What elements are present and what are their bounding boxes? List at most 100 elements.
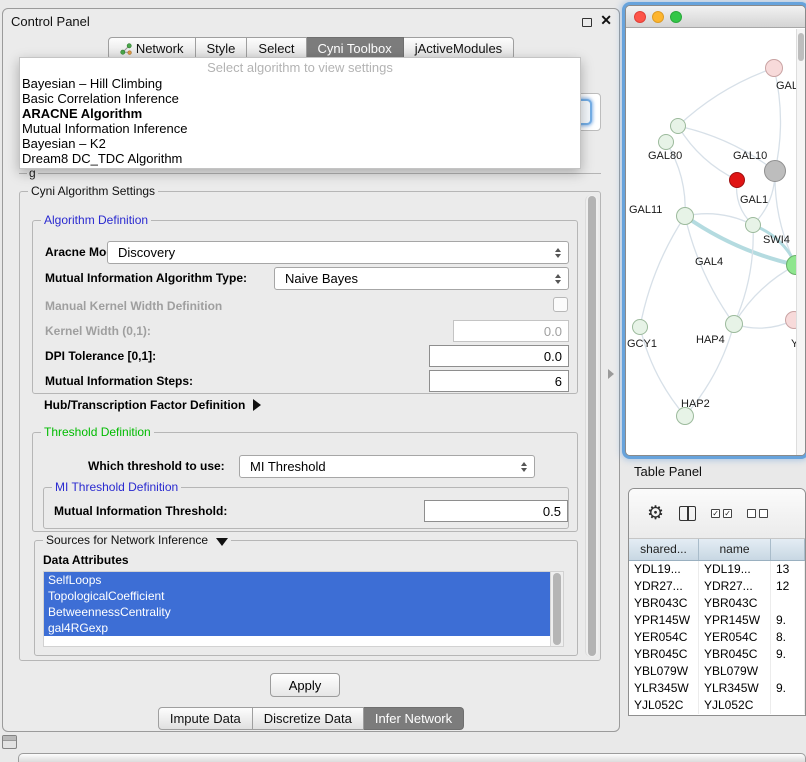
combo-stepper-icon — [552, 268, 564, 289]
close-traffic-light-icon[interactable] — [634, 11, 646, 23]
network-edge[interactable] — [678, 126, 775, 171]
table-row[interactable]: YBL079WYBL079W — [629, 663, 805, 680]
threshold-definition-group: Threshold Definition Which threshold to … — [32, 432, 578, 532]
network-canvas[interactable]: GALGAL80GAL10GAL1GAL11SWI4GAL4GCY1HAP4YH… — [626, 28, 805, 456]
threshold-definition-title: Threshold Definition — [41, 425, 154, 439]
table-row[interactable]: YDR27...YDR27...12 — [629, 578, 805, 595]
node-label-gal4: GAL4 — [695, 256, 723, 268]
node-label-gal11: GAL11 — [629, 204, 662, 216]
network-node[interactable] — [725, 315, 743, 333]
network-edge[interactable] — [678, 68, 774, 126]
attributes-scrollbar[interactable] — [550, 572, 563, 646]
table-row[interactable]: YPR145WYPR145W9. — [629, 612, 805, 629]
tab-label: Select — [258, 41, 294, 56]
mi-steps-input[interactable]: 6 — [429, 370, 569, 392]
table-cell: YDL19... — [699, 561, 771, 578]
mi-algorithm-type-value: Naive Bayes — [285, 271, 358, 286]
table-row[interactable]: YBR045CYBR045C9. — [629, 646, 805, 663]
table-row[interactable]: YDL19...YDL19...13 — [629, 561, 805, 578]
cyni-algorithm-settings-group: Cyni Algorithm Settings Algorithm Defini… — [19, 191, 601, 661]
network-scrollbar[interactable] — [796, 29, 805, 455]
aracne-mode-select[interactable]: Discovery — [107, 241, 569, 264]
algorithm-option-bayesian-hill-climbing[interactable]: Bayesian – Hill Climbing — [20, 76, 580, 91]
column-header-col3[interactable] — [771, 539, 805, 560]
network-edge[interactable] — [775, 171, 796, 265]
table-cell: YLR345W — [699, 680, 771, 697]
table-row[interactable]: YJL052CYJL052C — [629, 697, 805, 714]
tab-impute-data[interactable]: Impute Data — [158, 707, 253, 730]
table-row[interactable]: YLR345WYLR345W9. — [629, 680, 805, 697]
table-cell: 13 — [771, 561, 805, 578]
network-node[interactable] — [670, 118, 686, 134]
algorithm-option-dream8-dc-tdc-algorithm[interactable]: Dream8 DC_TDC Algorithm — [20, 151, 580, 166]
attribute-gal4rgexp[interactable]: gal4RGexp — [44, 620, 550, 636]
network-icon — [120, 43, 132, 55]
bottom-window-edge[interactable] — [18, 753, 806, 762]
network-node[interactable] — [765, 59, 783, 77]
dpi-tolerance-input[interactable]: 0.0 — [429, 345, 569, 367]
tab-label: Discretize Data — [264, 711, 352, 726]
attribute-betweennesscentrality[interactable]: BetweennessCentrality — [44, 604, 550, 620]
network-node[interactable] — [729, 172, 745, 188]
table-row[interactable]: YBR043CYBR043C — [629, 595, 805, 612]
algorithm-option-aracne-algorithm[interactable]: ARACNE Algorithm — [20, 106, 580, 121]
table-cell: 9. — [771, 646, 805, 663]
network-window[interactable]: GALGAL80GAL10GAL1GAL11SWI4GAL4GCY1HAP4YH… — [625, 5, 806, 456]
select-all-icon[interactable]: ✓✓ — [711, 509, 732, 518]
mi-algorithm-type-select[interactable]: Naive Bayes — [274, 267, 569, 290]
hub-section-toggle[interactable]: Hub/Transcription Factor Definition — [44, 398, 261, 412]
which-threshold-label: Which threshold to use: — [88, 459, 225, 473]
close-icon[interactable]: ✕ — [600, 12, 612, 29]
network-edge[interactable] — [640, 216, 685, 327]
minimize-traffic-light-icon[interactable] — [652, 11, 664, 23]
attribute-selfloops[interactable]: SelfLoops — [44, 572, 550, 588]
minimized-panel-icon[interactable] — [2, 735, 17, 749]
tab-discretize-data[interactable]: Discretize Data — [253, 707, 364, 730]
manual-kernel-checkbox — [553, 297, 568, 312]
tab-infer-network[interactable]: Infer Network — [364, 707, 464, 730]
float-window-icon[interactable] — [582, 18, 592, 27]
data-attributes-list[interactable]: SelfLoopsTopologicalCoefficientBetweenne… — [43, 571, 564, 647]
table-cell: YBR045C — [629, 646, 699, 663]
algorithm-option-bayesian-k2[interactable]: Bayesian – K2 — [20, 136, 580, 151]
panel-collapse-icon[interactable] — [608, 369, 614, 379]
tab-label: jActiveModules — [415, 41, 502, 56]
zoom-traffic-light-icon[interactable] — [670, 11, 682, 23]
kernel-width-label: Kernel Width (0,1): — [45, 324, 151, 338]
control-panel-window: Control Panel ✕ NetworkStyleSelectCyni T… — [2, 8, 620, 732]
table-row[interactable]: YER054CYER054C8. — [629, 629, 805, 646]
mi-threshold-input[interactable]: 0.5 — [424, 500, 568, 522]
tab-label: Cyni Toolbox — [318, 41, 392, 56]
deselect-all-icon[interactable] — [747, 509, 768, 518]
table-cell: 12 — [771, 578, 805, 595]
sources-section-toggle[interactable]: Sources for Network Inference — [43, 533, 231, 547]
attribute-topologicalcoefficient[interactable]: TopologicalCoefficient — [44, 588, 550, 604]
apply-button[interactable]: Apply — [270, 673, 340, 697]
algorithm-option-basic-correlation-inference[interactable]: Basic Correlation Inference — [20, 91, 580, 106]
sources-section-label: Sources for Network Inference — [46, 533, 208, 547]
table-panel-title: Table Panel — [634, 464, 702, 479]
which-threshold-select[interactable]: MI Threshold — [239, 455, 535, 478]
algorithm-option-mutual-information-inference[interactable]: Mutual Information Inference — [20, 121, 580, 136]
network-window-titlebar[interactable] — [626, 6, 805, 28]
network-node[interactable] — [745, 217, 761, 233]
network-node[interactable] — [676, 207, 694, 225]
settings-gear-icon[interactable]: ⚙ — [647, 504, 664, 523]
settings-scrollbar[interactable] — [585, 195, 598, 657]
table-toolbar: ⚙ ✓✓ — [629, 489, 805, 539]
table-cell: YJL052C — [699, 697, 771, 714]
network-node[interactable] — [658, 134, 674, 150]
popup-placeholder: Select algorithm to view settings — [20, 60, 580, 76]
algorithm-definition-title: Algorithm Definition — [41, 213, 151, 227]
node-label-gal80: GAL80 — [648, 150, 682, 162]
column-view-icon[interactable] — [679, 506, 696, 521]
column-header-name[interactable]: name — [699, 539, 771, 560]
table-cell: YPR145W — [699, 612, 771, 629]
network-node[interactable] — [632, 319, 648, 335]
table-cell: YBR043C — [699, 595, 771, 612]
table-cell: YBL079W — [629, 663, 699, 680]
network-node[interactable] — [764, 160, 786, 182]
tab-label: Style — [207, 41, 236, 56]
kernel-width-input: 0.0 — [453, 320, 569, 342]
column-header-shared[interactable]: shared... — [629, 539, 699, 560]
